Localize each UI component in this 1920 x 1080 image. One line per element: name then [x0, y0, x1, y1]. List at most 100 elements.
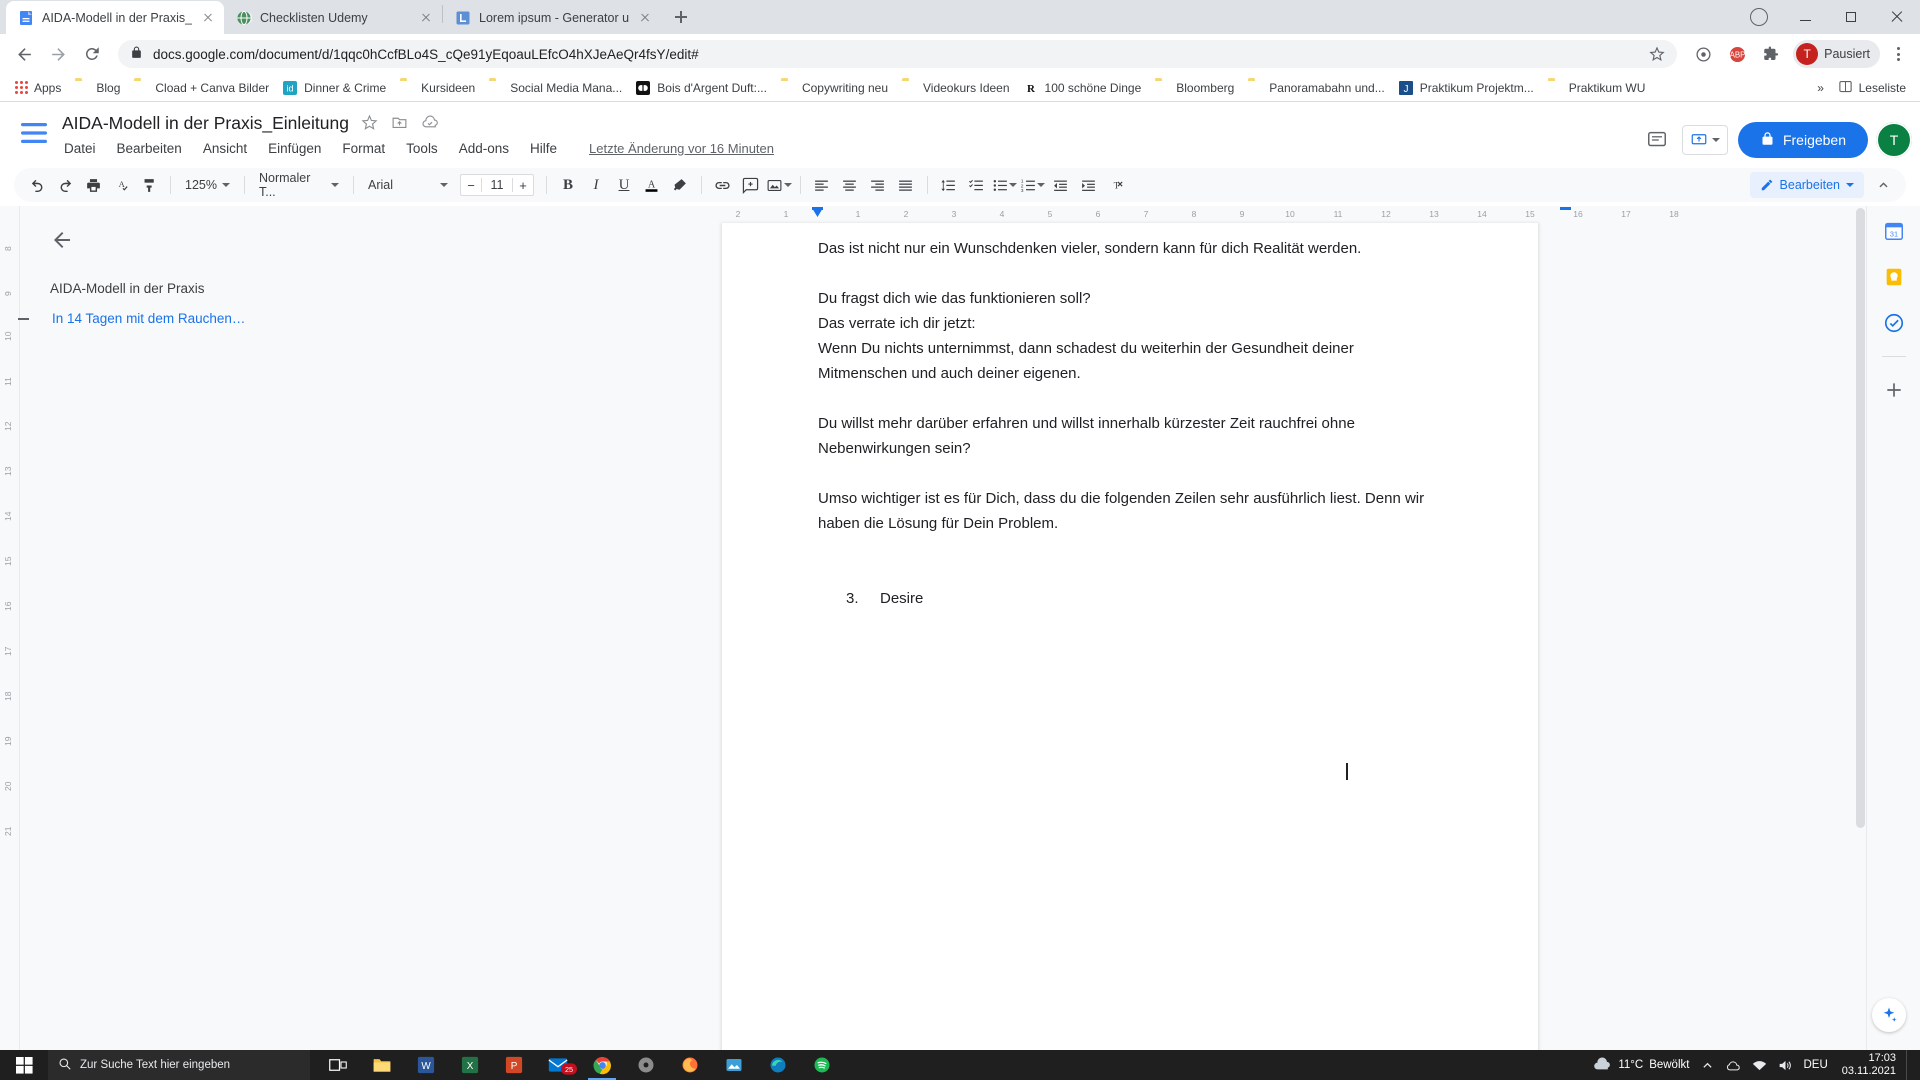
extensions-puzzle-icon[interactable] [1736, 1, 1782, 33]
star-icon[interactable] [361, 114, 379, 132]
align-left-button[interactable] [809, 172, 835, 198]
font-size-stepper[interactable]: − 11 + [459, 174, 534, 196]
google-keep-icon[interactable] [1877, 260, 1911, 294]
weather-widget[interactable]: 11°C Bewölkt [1592, 1056, 1689, 1074]
browser-tab[interactable]: Checklisten Udemy [224, 1, 442, 34]
menu-hilfe[interactable]: Hilfe [528, 139, 559, 158]
show-desktop-button[interactable] [1906, 1050, 1912, 1080]
bookmark-item[interactable]: R 100 schöne Dinge [1017, 78, 1149, 98]
minimize-button[interactable] [1782, 1, 1828, 33]
menu-tools[interactable]: Tools [404, 139, 440, 158]
volume-icon[interactable] [1777, 1057, 1793, 1073]
bookmark-item[interactable]: Cload + Canva Bilder [127, 78, 276, 98]
clear-formatting-button[interactable]: T [1104, 172, 1130, 198]
browser-tab[interactable]: Lorem ipsum - Generator und Inf [443, 1, 661, 34]
increase-indent-button[interactable] [1076, 172, 1102, 198]
font-selector[interactable]: Arial [362, 172, 454, 198]
mail-icon[interactable]: 25 [538, 1050, 578, 1080]
italic-button[interactable]: I [583, 172, 609, 198]
editing-mode-button[interactable]: Bearbeiten [1749, 172, 1864, 198]
menu-einfuegen[interactable]: Einfügen [266, 139, 323, 158]
new-tab-button[interactable] [667, 3, 695, 31]
maximize-button[interactable] [1828, 1, 1874, 33]
menu-datei[interactable]: Datei [62, 139, 98, 158]
zoom-selector[interactable]: 125% [179, 172, 236, 198]
firefox-icon[interactable] [670, 1050, 710, 1080]
menu-addons[interactable]: Add-ons [457, 139, 511, 158]
file-explorer-icon[interactable] [362, 1050, 402, 1080]
bookmarks-overflow-button[interactable]: » [1810, 77, 1832, 99]
show-hidden-icons-chevron-icon[interactable] [1699, 1057, 1715, 1073]
menu-ansicht[interactable]: Ansicht [201, 139, 249, 158]
line-spacing-button[interactable] [936, 172, 962, 198]
cloud-saved-icon[interactable] [421, 114, 439, 132]
underline-button[interactable]: U [611, 172, 637, 198]
bookmark-item[interactable]: Panoramabahn und... [1241, 78, 1391, 98]
font-size-decrease[interactable]: − [461, 178, 481, 193]
present-button[interactable] [1681, 125, 1728, 155]
document-title[interactable]: AIDA-Modell in der Praxis_Einleitung [62, 112, 349, 134]
bookmark-item[interactable]: Social Media Mana... [482, 78, 629, 98]
move-to-folder-icon[interactable] [391, 114, 409, 132]
address-bar[interactable]: docs.google.com/document/d/1qqc0hCcfBLo4… [118, 40, 1678, 68]
comment-history-icon[interactable] [1642, 125, 1672, 155]
decrease-indent-button[interactable] [1048, 172, 1074, 198]
document-page[interactable]: Das ist nicht nur ein Wunschdenken viele… [722, 223, 1538, 1050]
reading-list-button[interactable]: Leseliste [1832, 76, 1912, 100]
adblock-icon[interactable]: ABP [1721, 38, 1753, 70]
start-button[interactable] [0, 1050, 48, 1080]
bookmark-item[interactable]: Praktikum WU [1541, 78, 1653, 98]
share-button[interactable]: Freigeben [1737, 122, 1868, 158]
close-icon[interactable] [200, 10, 216, 26]
spotify-icon[interactable] [802, 1050, 842, 1080]
horizontal-ruler[interactable]: 2 1 1 2 3 4 5 6 7 8 9 10 11 12 13 14 15 … [722, 206, 1679, 223]
powerpoint-icon[interactable]: P [494, 1050, 534, 1080]
text-color-button[interactable]: A [639, 172, 665, 198]
bookmark-apps[interactable]: Apps [8, 78, 68, 98]
profile-button[interactable]: T Pausiert [1793, 40, 1880, 68]
outline-item-0[interactable]: AIDA-Modell in der Praxis [50, 274, 314, 304]
bookmark-item[interactable]: id Dinner & Crime [276, 78, 393, 98]
bookmark-item[interactable]: Blog [68, 78, 127, 98]
insert-link-button[interactable] [710, 172, 736, 198]
menu-format[interactable]: Format [340, 139, 387, 158]
insert-image-button[interactable] [766, 172, 792, 198]
bookmark-star-icon[interactable] [1649, 46, 1665, 62]
google-tasks-icon[interactable] [1877, 306, 1911, 340]
photos-icon[interactable] [714, 1050, 754, 1080]
extension-icon-1[interactable] [1687, 38, 1719, 70]
bulleted-list-button[interactable] [992, 172, 1018, 198]
bookmark-item[interactable]: Bloomberg [1148, 78, 1241, 98]
task-view-icon[interactable] [318, 1050, 358, 1080]
paint-format-button[interactable] [136, 172, 162, 198]
left-indent-marker[interactable] [812, 208, 823, 217]
numbered-list-button[interactable]: 123 [1020, 172, 1046, 198]
print-button[interactable] [80, 172, 106, 198]
language-indicator[interactable]: DEU [1803, 1059, 1827, 1071]
insert-comment-button[interactable] [738, 172, 764, 198]
disc-icon[interactable] [626, 1050, 666, 1080]
menu-bearbeiten[interactable]: Bearbeiten [115, 139, 184, 158]
bookmark-item[interactable]: Bois d'Argent Duft:... [629, 78, 774, 98]
docs-logo-icon[interactable] [14, 113, 54, 153]
close-window-button[interactable] [1874, 1, 1920, 33]
bookmark-item[interactable]: J Praktikum Projektm... [1392, 78, 1541, 98]
spell-check-button[interactable]: A [108, 172, 134, 198]
reload-button[interactable] [76, 38, 108, 70]
align-center-button[interactable] [837, 172, 863, 198]
onedrive-icon[interactable] [1725, 1057, 1741, 1073]
bookmark-item[interactable]: Kursideen [393, 78, 482, 98]
forward-button[interactable] [42, 38, 74, 70]
font-size-increase[interactable]: + [513, 178, 533, 193]
explore-button[interactable] [1872, 998, 1906, 1032]
account-avatar[interactable]: T [1876, 122, 1912, 158]
network-icon[interactable] [1751, 1057, 1767, 1073]
last-edit-label[interactable]: Letzte Änderung vor 16 Minuten [589, 141, 774, 156]
vertical-scrollbar[interactable] [1856, 208, 1865, 828]
close-icon[interactable] [418, 10, 434, 26]
bookmark-item[interactable]: Videokurs Ideen [895, 78, 1017, 98]
back-button[interactable] [8, 38, 40, 70]
browser-tab-active[interactable]: AIDA-Modell in der Praxis_Einleit [6, 1, 224, 34]
bold-button[interactable]: B [555, 172, 581, 198]
clock[interactable]: 17:03 03.11.2021 [1838, 1052, 1896, 1078]
